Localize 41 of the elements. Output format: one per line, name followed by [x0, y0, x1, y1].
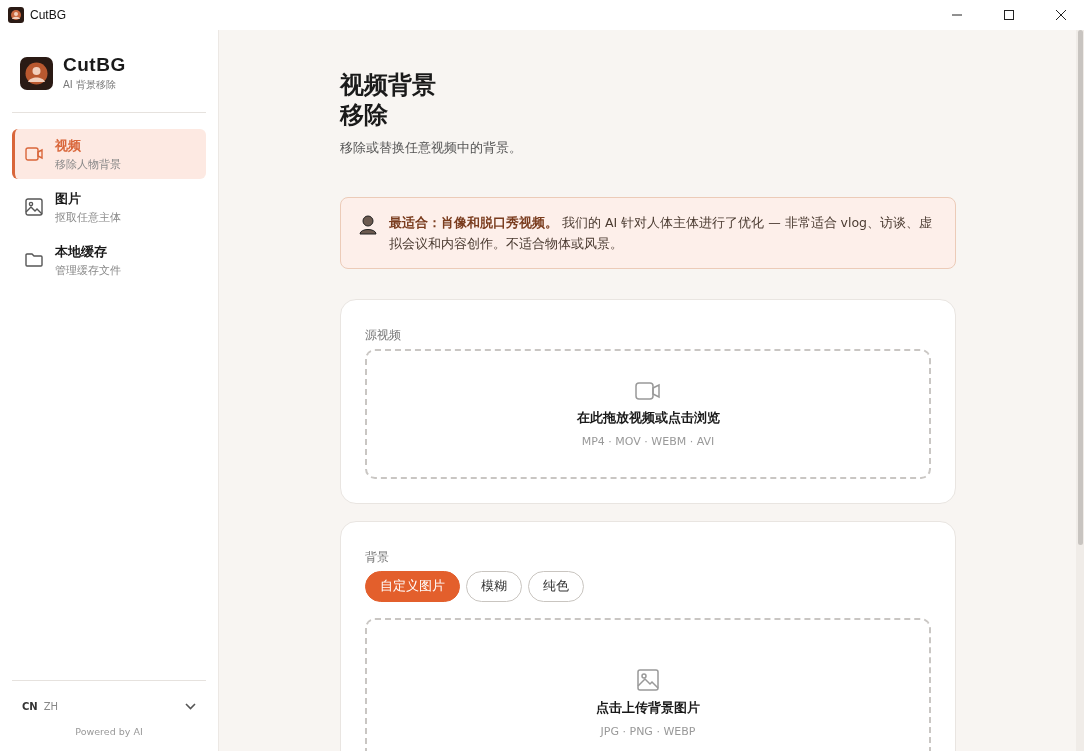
- dropzone-title: 在此拖放视频或点击浏览: [576, 408, 720, 427]
- notice-text: 最适合：肖像和脱口秀视频。 我们的 AI 针对人体主体进行了优化 — 非常适合 vlog、访谈、虚拟会议和内容创作。不适合物体或风景。: [389, 214, 934, 253]
- close-icon: [1056, 10, 1066, 20]
- brand-tagline: AI 背景移除: [63, 78, 117, 92]
- brand-name: CutBG: [63, 54, 126, 76]
- brand-logo-icon: [20, 56, 53, 90]
- image-icon: [25, 198, 43, 216]
- item-description: 管理缓存文件: [55, 262, 121, 278]
- page-title: 视频背景: [340, 70, 437, 100]
- dropzone-title: 点击上传背景图片: [596, 698, 700, 717]
- powered-by-text: Powered by AI: [74, 726, 144, 737]
- upload-dropzone[interactable]: 在此拖放视频或点击浏览 MP4 · MOV · WEBM · AVI: [365, 349, 931, 479]
- language-code: CN: [22, 701, 38, 712]
- video-icon: [25, 146, 43, 162]
- section-label: 背景: [365, 550, 390, 565]
- background-option[interactable]: 纯色: [528, 571, 584, 602]
- background-option[interactable]: 模糊: [466, 571, 522, 602]
- item-description: 移除人物背景: [55, 156, 121, 172]
- page-title: 移除: [340, 100, 389, 130]
- item-label: 图片: [55, 189, 82, 208]
- section-label: 源视频: [365, 328, 402, 343]
- sidebar-item[interactable]: 图片 抠取任意主体: [12, 182, 206, 232]
- video-icon: [635, 380, 661, 401]
- item-label: 本地缓存: [55, 242, 108, 261]
- maximize-icon: [1004, 10, 1014, 20]
- scrollbar[interactable]: [1076, 30, 1084, 751]
- folder-icon: [25, 252, 43, 268]
- language-name: ZH: [43, 701, 60, 712]
- person-icon: [359, 215, 377, 235]
- upload-dropzone[interactable]: 点击上传背景图片 JPG · PNG · WEBP: [365, 618, 931, 751]
- item-description: 抠取任意主体: [55, 209, 121, 225]
- format-list: MP4 · MOV · WEBM · AVI: [581, 434, 715, 448]
- sidebar-item[interactable]: 本地缓存 管理缓存文件: [12, 235, 206, 285]
- app-logo-icon: [8, 7, 24, 23]
- item-label: 视频: [55, 136, 82, 155]
- window-title: CutBG: [30, 8, 67, 22]
- chevron-down-icon[interactable]: [185, 703, 196, 710]
- background-option[interactable]: 自定义图片: [365, 571, 460, 602]
- format-list: JPG · PNG · WEBP: [600, 724, 696, 738]
- image-icon: [637, 668, 659, 691]
- page-subtitle: 移除或替换任意视频中的背景。: [340, 140, 523, 157]
